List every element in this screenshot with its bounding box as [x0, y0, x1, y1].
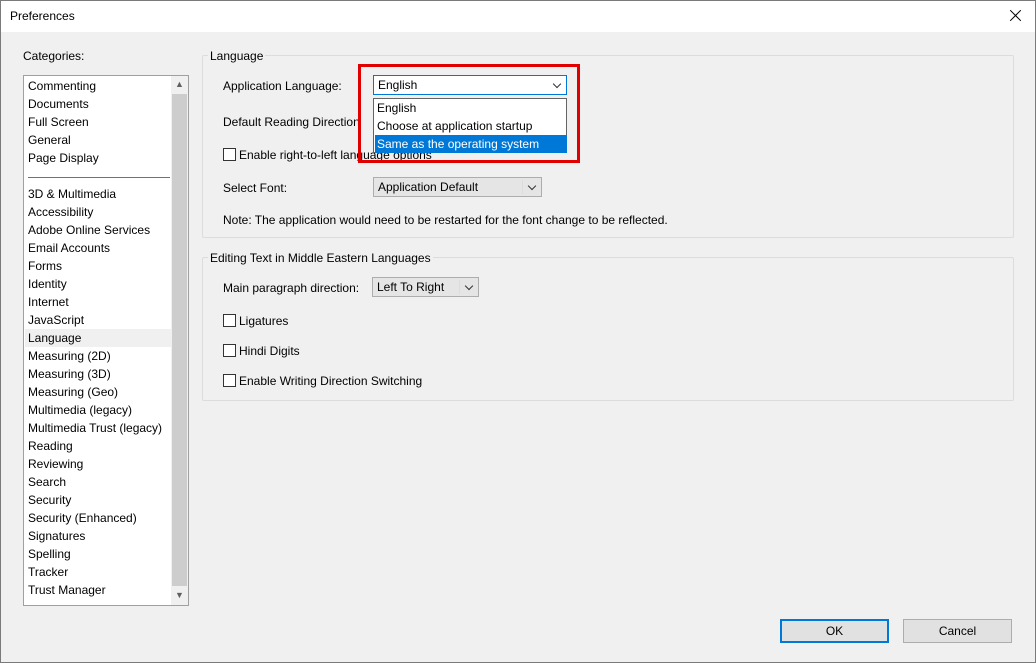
category-item-3d-multimedia[interactable]: 3D & Multimedia — [28, 185, 116, 203]
app-language-dropdown[interactable]: English Choose at application startup Sa… — [373, 98, 567, 153]
select-font-select[interactable]: Application Default — [373, 177, 542, 197]
language-group-title: Language — [208, 49, 266, 63]
select-font-label: Select Font: — [223, 181, 288, 195]
app-language-select[interactable]: English — [373, 75, 567, 95]
category-item-reading[interactable]: Reading — [28, 437, 73, 455]
category-item-forms[interactable]: Forms — [28, 257, 62, 275]
category-item-email-accounts[interactable]: Email Accounts — [28, 239, 110, 257]
category-item-reviewing[interactable]: Reviewing — [28, 455, 83, 473]
category-item-accessibility[interactable]: Accessibility — [28, 203, 93, 221]
paragraph-direction-value: Left To Right — [377, 280, 445, 294]
writing-direction-checkbox[interactable] — [223, 374, 236, 387]
scroll-thumb[interactable] — [172, 94, 187, 586]
title-bar: Preferences — [1, 1, 1035, 32]
category-item-trust-manager[interactable]: Trust Manager — [28, 581, 106, 599]
categories-label: Categories: — [23, 49, 85, 63]
category-item-commenting[interactable]: Commenting — [28, 77, 96, 95]
app-language-value: English — [378, 78, 418, 92]
scroll-down-icon[interactable]: ▼ — [171, 587, 188, 604]
category-item-security[interactable]: Security — [28, 491, 71, 509]
category-item-general[interactable]: General — [28, 131, 71, 149]
category-item-measuring-2d[interactable]: Measuring (2D) — [28, 347, 111, 365]
category-item-documents[interactable]: Documents — [28, 95, 89, 113]
restart-note: Note: The application would need to be r… — [223, 213, 668, 227]
ok-button[interactable]: OK — [780, 619, 889, 643]
category-item-page-display[interactable]: Page Display — [28, 149, 99, 167]
close-icon[interactable] — [1007, 7, 1025, 25]
app-language-label: Application Language: — [223, 79, 342, 93]
category-item-multimedia-trust-legacy[interactable]: Multimedia Trust (legacy) — [28, 419, 162, 437]
middle-eastern-group-title: Editing Text in Middle Eastern Languages — [208, 251, 433, 265]
chevron-down-icon[interactable] — [460, 278, 478, 296]
cancel-button[interactable]: Cancel — [903, 619, 1012, 643]
chevron-down-icon[interactable] — [548, 76, 566, 94]
reading-direction-label: Default Reading Direction — [223, 115, 360, 129]
category-item-measuring-3d[interactable]: Measuring (3D) — [28, 365, 111, 383]
category-item-measuring-geo[interactable]: Measuring (Geo) — [28, 383, 118, 401]
categories-scrollbar[interactable]: ▲ ▼ — [171, 76, 188, 605]
hindi-digits-label: Hindi Digits — [239, 344, 300, 358]
category-item-full-screen[interactable]: Full Screen — [28, 113, 89, 131]
paragraph-direction-select[interactable]: Left To Right — [372, 277, 479, 297]
category-item-javascript[interactable]: JavaScript — [28, 311, 84, 329]
category-item-security-enhanced[interactable]: Security (Enhanced) — [28, 509, 137, 527]
ligatures-checkbox[interactable] — [223, 314, 236, 327]
categories-divider — [28, 177, 170, 178]
category-item-tracker[interactable]: Tracker — [28, 563, 68, 581]
window-title: Preferences — [10, 9, 75, 23]
category-item-identity[interactable]: Identity — [28, 275, 67, 293]
option-choose-at-startup[interactable]: Choose at application startup — [375, 117, 567, 135]
category-item-internet[interactable]: Internet — [28, 293, 69, 311]
categories-list[interactable]: Commenting Documents Full Screen General Pag… — [23, 75, 189, 606]
paragraph-direction-label: Main paragraph direction: — [223, 281, 360, 295]
category-item-search[interactable]: Search — [28, 473, 66, 491]
category-item-signatures[interactable]: Signatures — [28, 527, 85, 545]
option-same-as-os[interactable]: Same as the operating system — [375, 135, 567, 153]
hindi-digits-checkbox[interactable] — [223, 344, 236, 357]
select-font-value: Application Default — [378, 180, 479, 194]
scroll-up-icon[interactable]: ▲ — [171, 76, 188, 93]
category-item-multimedia-legacy[interactable]: Multimedia (legacy) — [28, 401, 132, 419]
rtl-options-checkbox[interactable] — [223, 148, 236, 161]
ligatures-label: Ligatures — [239, 314, 289, 328]
category-item-spelling[interactable]: Spelling — [28, 545, 71, 563]
category-item-language[interactable]: Language — [25, 329, 173, 347]
writing-direction-label: Enable Writing Direction Switching — [239, 374, 423, 388]
option-english[interactable]: English — [375, 99, 567, 117]
chevron-down-icon[interactable] — [523, 178, 541, 196]
category-item-adobe-online-services[interactable]: Adobe Online Services — [28, 221, 150, 239]
